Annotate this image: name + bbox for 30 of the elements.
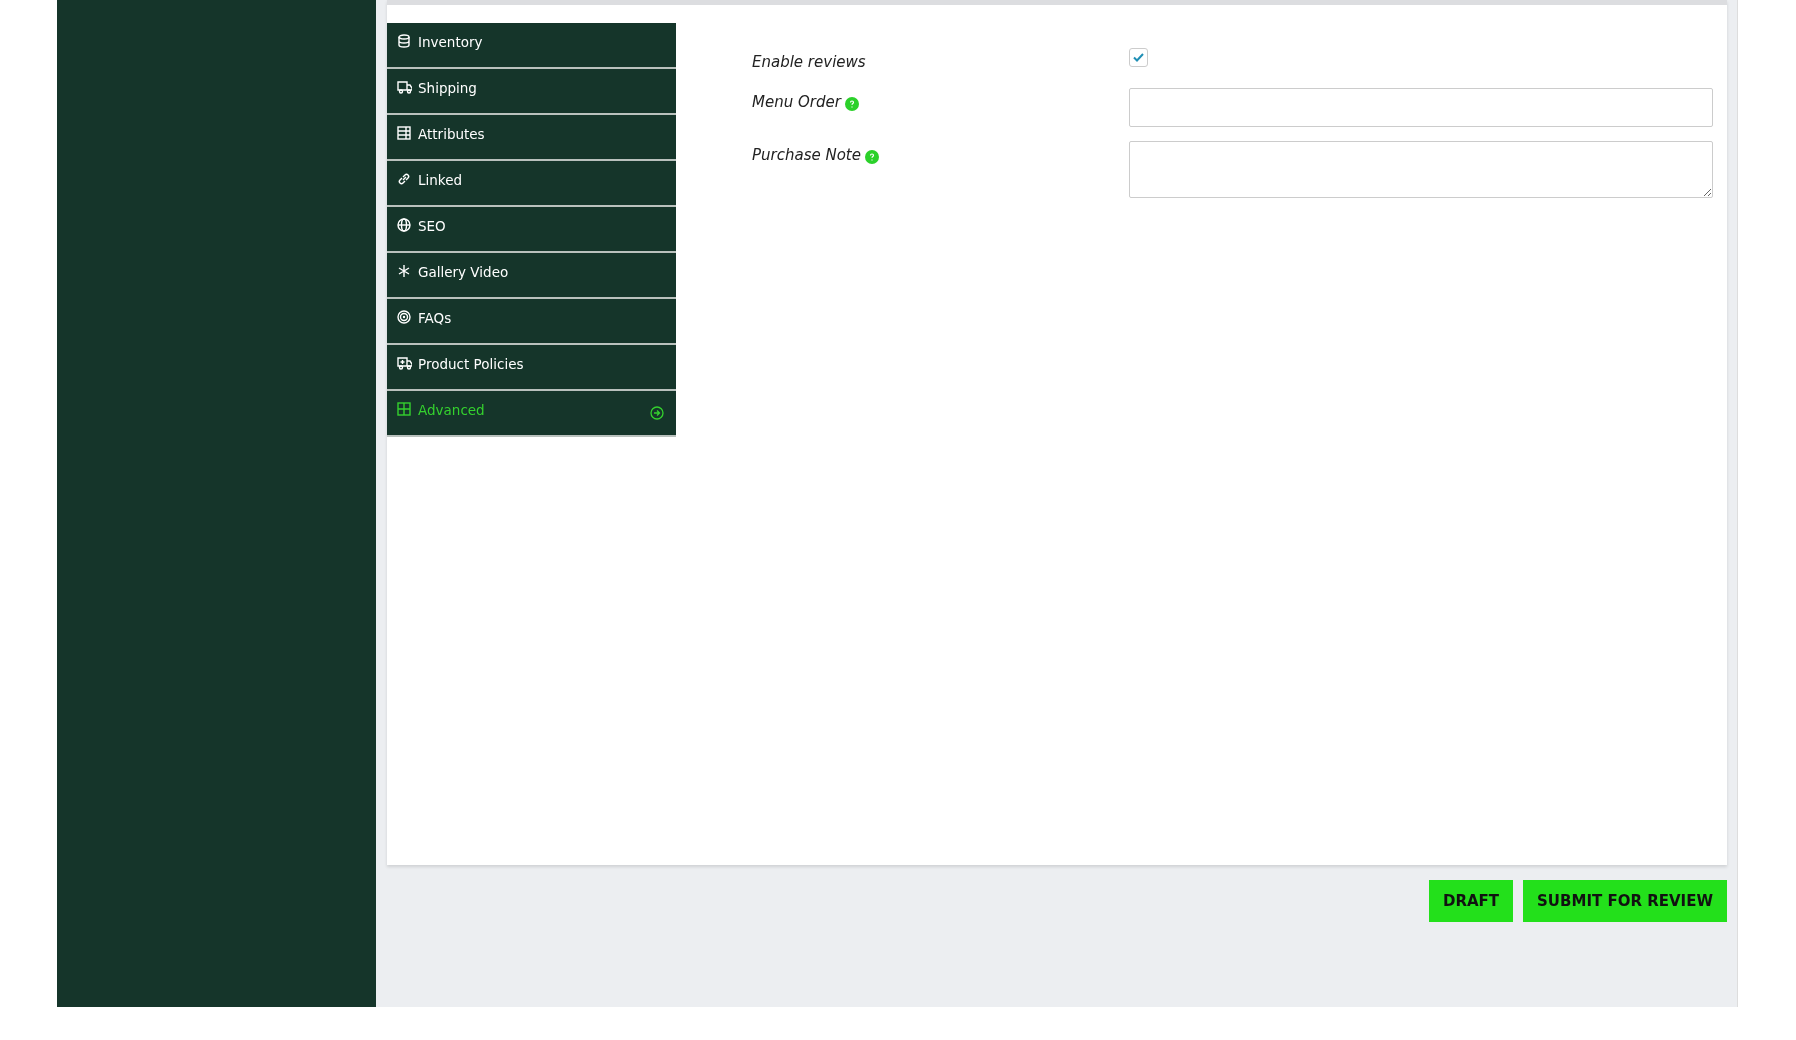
tab[interactable]: Shipping (387, 69, 676, 115)
help-icon[interactable] (844, 96, 859, 111)
text-area[interactable] (1129, 140, 1713, 198)
check-icon (1133, 53, 1144, 62)
truck-icon (397, 356, 412, 370)
tab[interactable]: Linked (387, 161, 676, 207)
tab[interactable]: Advanced (387, 391, 676, 437)
action-button[interactable]: DRAFT (1428, 880, 1514, 922)
checkbox[interactable] (1129, 48, 1148, 67)
tab[interactable]: SEO (387, 207, 676, 253)
tab[interactable]: Gallery Video (387, 253, 676, 299)
help-icon[interactable] (865, 149, 879, 164)
input-field[interactable] (1129, 87, 1713, 127)
field-label: Purchase Note (752, 144, 861, 166)
action-button[interactable]: SUBMIT FOR REVIEW (1523, 880, 1727, 922)
link-icon (397, 172, 412, 186)
target-icon (397, 310, 412, 324)
tab[interactable]: Product Policies (387, 345, 676, 391)
arrow-circle-icon (650, 406, 664, 420)
tab[interactable]: Attributes (387, 115, 676, 161)
grid-icon (397, 402, 412, 416)
list-icon (397, 126, 412, 140)
tab[interactable]: FAQs (387, 299, 676, 345)
snowflake-icon (397, 264, 412, 278)
globe-icon (397, 218, 412, 232)
tab[interactable]: Inventory (387, 23, 676, 69)
field-label: Menu Order (752, 91, 841, 113)
truck-icon (397, 80, 412, 94)
database-icon (397, 34, 412, 48)
field-label: Enable reviews (752, 52, 866, 73)
